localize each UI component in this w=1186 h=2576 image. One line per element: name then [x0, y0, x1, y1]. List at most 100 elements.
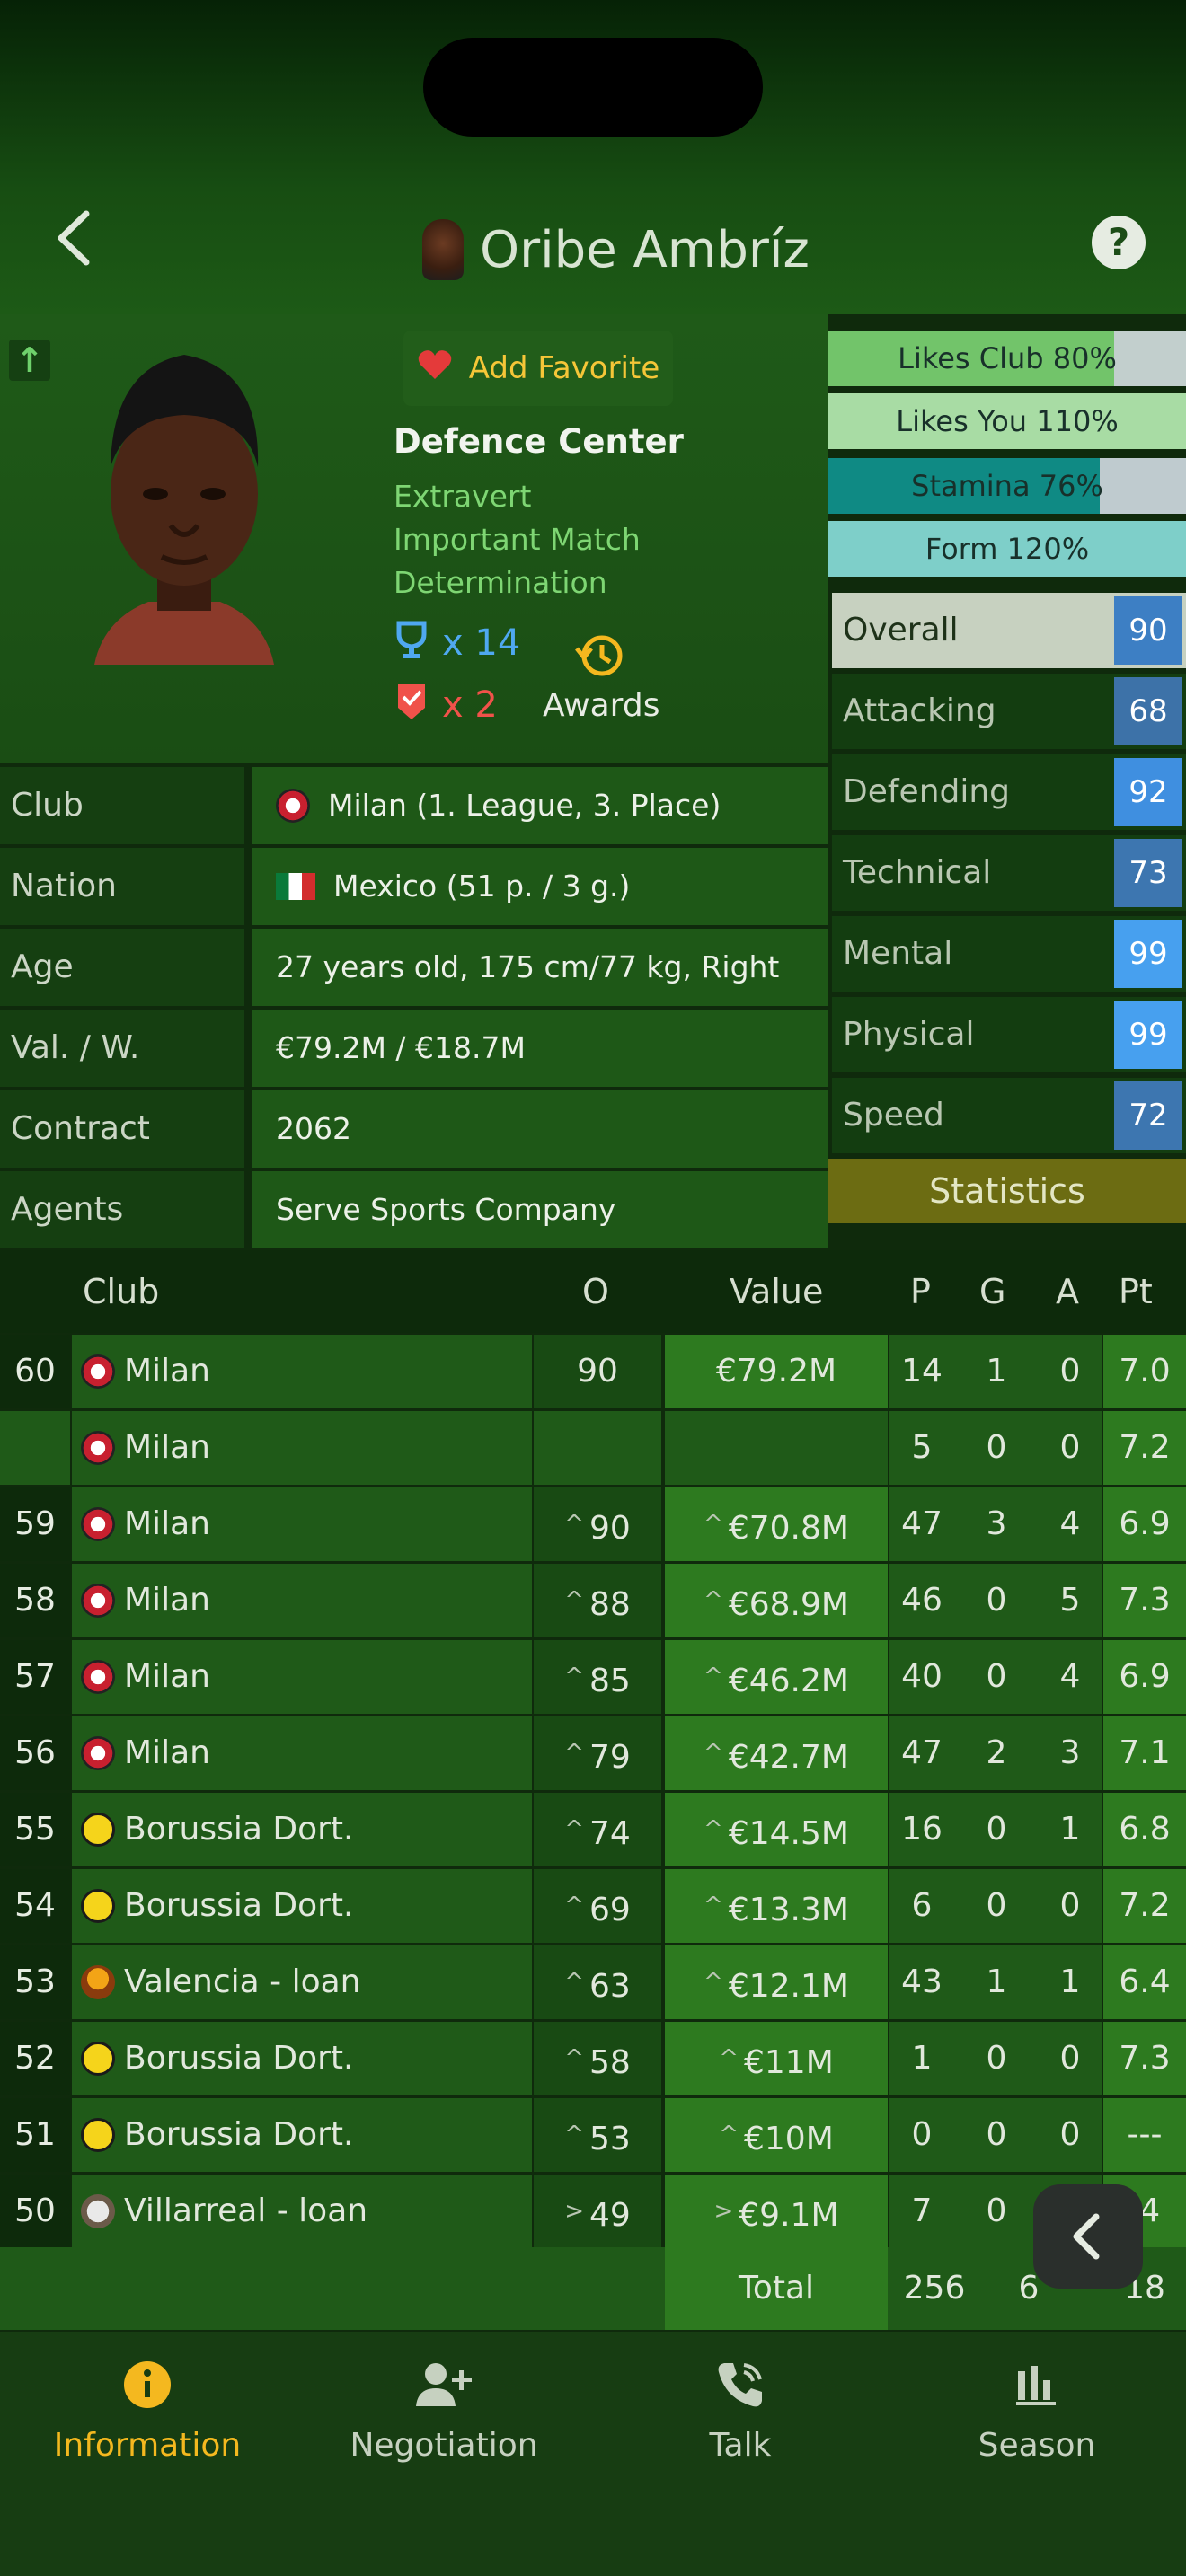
table-row[interactable]: 50 Villarreal - loan >49 > €9.1M 7 0.4: [0, 2175, 1186, 2250]
player-avatar: [422, 219, 464, 280]
attribute-attacking: Attacking 68: [832, 674, 1186, 749]
attribute-value: 72: [1114, 1081, 1182, 1150]
info-value: €79.2M / €18.7M: [252, 1010, 828, 1087]
info-value-text: 2062: [276, 1111, 351, 1146]
arrow-up-icon: ↑: [9, 340, 50, 381]
mood-bar-label: Stamina 76%: [911, 469, 1103, 503]
attribute-value: 99: [1114, 1001, 1182, 1069]
back-icon[interactable]: [52, 207, 97, 269]
cell-a: 3: [1039, 1716, 1102, 1790]
club-name: Borussia Dort.: [124, 1811, 354, 1848]
trend-icon: ^: [704, 1663, 723, 1690]
club-name: Borussia Dort.: [124, 2116, 354, 2153]
cell-g: 0: [954, 2022, 1039, 2095]
cell-value: ^ €12.1M: [665, 1945, 888, 2019]
player-position: Defence Center: [394, 422, 684, 461]
info-row-nation: Nation Mexico (51 p. / 3 g.): [0, 848, 828, 927]
tab-negotiation[interactable]: Negotiation: [327, 2353, 561, 2464]
table-row[interactable]: 57 Milan ^ 85 ^ €46.2M 40 0 4 6.9: [0, 1640, 1186, 1716]
trait-2: Important Match: [394, 522, 641, 557]
table-row[interactable]: 60 Milan 90 €79.2M 14 1 0 7.0: [0, 1335, 1186, 1410]
mood-bar-4: Form 120%: [828, 521, 1186, 577]
cell-text: €9.1M: [739, 2197, 839, 2234]
cell-o: ^ 90: [534, 1487, 661, 1561]
cell-value: > €9.1M: [665, 2175, 888, 2248]
cell-club: Milan: [72, 1335, 532, 1408]
tab-negotiation-label: Negotiation: [350, 2427, 538, 2464]
cell-value: ^ €46.2M: [665, 1640, 888, 1714]
cell-season: [0, 1411, 70, 1485]
table-row[interactable]: 56 Milan ^ 79 ^ €42.7M 47 2 3 7.1: [0, 1716, 1186, 1792]
cell-value: €79.2M: [665, 1335, 888, 1408]
mood-bar-label: Likes Club 80%: [898, 341, 1117, 375]
cell-text: 90: [589, 1510, 631, 1547]
mexico-flag-icon: [276, 873, 315, 900]
table-row[interactable]: Milan 5 0 0 7.2: [0, 1411, 1186, 1486]
club-name: Villarreal - loan: [124, 2192, 368, 2229]
cell-season: 57: [0, 1640, 70, 1714]
cell-o: ^ 79: [534, 1716, 661, 1790]
cell-a: 0: [1039, 1411, 1102, 1485]
trend-icon: ^: [704, 1587, 723, 1614]
cell-text: €68.9M: [728, 1586, 849, 1623]
cell-a: 4: [1039, 1640, 1102, 1714]
statistics-button[interactable]: Statistics: [828, 1159, 1186, 1223]
club-crest-icon: [81, 1889, 115, 1923]
cell-club: Milan: [72, 1487, 532, 1561]
trend-icon: ^: [564, 1816, 584, 1843]
cell-club: Borussia Dort.: [72, 2098, 532, 2172]
tab-season[interactable]: Season: [920, 2353, 1154, 2464]
cell-club: Borussia Dort.: [72, 1869, 532, 1943]
tab-talk[interactable]: Talk: [624, 2353, 857, 2464]
collapse-button[interactable]: [1033, 2184, 1143, 2289]
help-icon[interactable]: ?: [1092, 216, 1146, 269]
attribute-value: 73: [1114, 839, 1182, 907]
trait-3: Determination: [394, 565, 607, 600]
cell-a: 0: [1039, 1335, 1102, 1408]
add-favorite-button[interactable]: Add Favorite: [403, 331, 673, 406]
cell-text: €13.3M: [728, 1892, 849, 1928]
cell-value: ^ €13.3M: [665, 1869, 888, 1943]
cell-text: 53: [589, 2121, 631, 2157]
table-row[interactable]: 53 Valencia - loan ^ 63 ^ €12.1M 43 1 1 6.4: [0, 1945, 1186, 2021]
cell-a: 5: [1039, 1564, 1102, 1637]
cell-p: 46: [890, 1564, 954, 1637]
trend-icon: ^: [564, 1740, 584, 1767]
cell-o: >49: [534, 2175, 661, 2248]
heart-icon: [417, 348, 453, 389]
header-played: P: [910, 1272, 931, 1311]
awards-label[interactable]: Awards: [543, 687, 659, 724]
table-row[interactable]: 51 Borussia Dort. ^ 53 ^ €10M 0 0 0 ---: [0, 2098, 1186, 2174]
table-row[interactable]: 54 Borussia Dort. ^ 69 ^ €13.3M 6 0 0 7.2: [0, 1869, 1186, 1945]
header-value: Value: [730, 1272, 824, 1311]
add-favorite-label: Add Favorite: [468, 350, 660, 386]
attribute-name: Mental: [843, 935, 953, 972]
table-total-row: Total 256 6 18: [0, 2247, 1186, 2330]
cell-pt: 7.2: [1103, 1411, 1186, 1485]
cell-p: 7: [890, 2175, 954, 2248]
table-row[interactable]: 58 Milan ^ 88 ^ €68.9M 46 0 5 7.3: [0, 1564, 1186, 1639]
cell-text: 63: [589, 1968, 631, 2005]
cell-season: 51: [0, 2098, 70, 2172]
table-row[interactable]: 52 Borussia Dort. ^ 58 ^ €11M 1 0 0 7.3: [0, 2022, 1186, 2097]
milan-crest-icon: [276, 789, 310, 823]
club-name: Borussia Dort.: [124, 2040, 354, 2077]
table-row[interactable]: 55 Borussia Dort. ^ 74 ^ €14.5M 16 0 1 6.8: [0, 1793, 1186, 1868]
info-value[interactable]: Milan (1. League, 3. Place): [252, 767, 828, 844]
bar-chart-icon: [920, 2353, 1154, 2416]
cell-value: ^ €68.9M: [665, 1564, 888, 1637]
tab-information[interactable]: Information: [31, 2353, 264, 2464]
info-row-val-w: Val. / W. €79.2M / €18.7M: [0, 1010, 828, 1089]
attribute-name: Overall: [843, 612, 959, 648]
trophy-count: x 14: [442, 622, 521, 664]
chevron-left-icon: [1073, 2213, 1100, 2260]
attribute-name: Defending: [843, 773, 1011, 810]
cell-text: €14.5M: [728, 1815, 849, 1852]
trend-icon: ^: [704, 1511, 723, 1538]
club-crest-icon: [81, 1965, 115, 1999]
history-icon[interactable]: [573, 631, 627, 681]
table-row[interactable]: 59 Milan ^ 90 ^ €70.8M 47 3 4 6.9: [0, 1487, 1186, 1563]
player-name: Oribe Ambríz: [480, 220, 810, 279]
mood-bar-1: Likes Club 80%: [828, 331, 1186, 386]
cell-g: 0: [954, 2175, 1039, 2248]
